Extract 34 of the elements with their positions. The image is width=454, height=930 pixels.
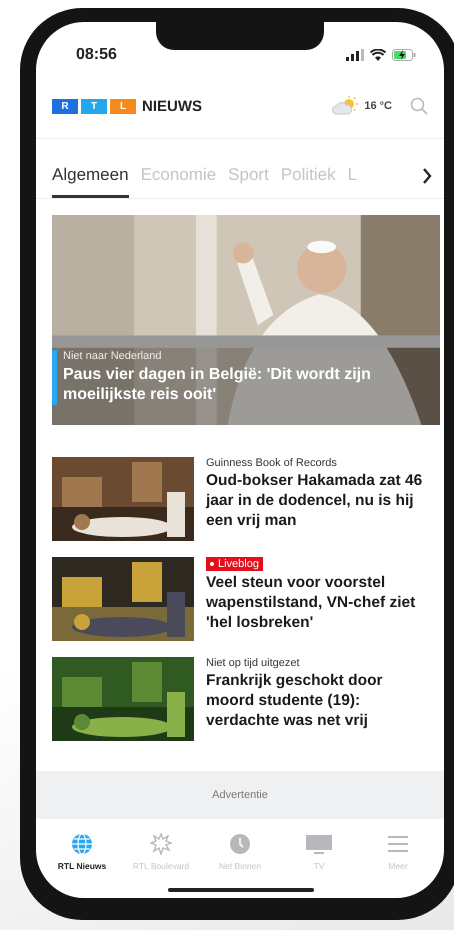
nav-tab[interactable]: RTL Boulevard <box>125 833 197 871</box>
clock-icon <box>229 833 251 855</box>
brand-name: NIEUWS <box>142 98 202 114</box>
signal-icon <box>346 49 364 61</box>
burst-icon <box>150 833 172 855</box>
weather-icon <box>332 96 358 116</box>
nav-tab[interactable]: TV <box>283 833 355 871</box>
category-tab[interactable]: Algemeen <box>52 159 129 198</box>
category-tab[interactable]: Sport <box>228 159 269 198</box>
article-kicker: Niet op tijd uitgezet <box>206 657 300 669</box>
wifi-icon <box>370 49 386 61</box>
ad-label: Advertentie <box>212 789 268 801</box>
headline[interactable]: Paus vier dagen in België: 'Dit wordt zijn moeilijkste reis ooit' <box>63 365 410 405</box>
article-kicker: Guinness Book of Records <box>206 457 337 469</box>
category-tab[interactable]: Economie <box>140 159 216 198</box>
battery-icon <box>392 49 416 61</box>
temperature: 16 °C <box>364 100 392 112</box>
category-tab[interactable]: Politiek <box>280 159 336 198</box>
logo-letter: R <box>52 98 78 114</box>
headline[interactable]: Veel steun voor voorstel wapenstilstand, VN-chef ziet 'hel losbreken' <box>206 573 434 633</box>
category-tab[interactable]: L <box>348 159 358 198</box>
headline[interactable]: Oud-bokser Hakamada zat 46 jaar in de dodencel, nu is hij een vrij man <box>206 471 434 531</box>
tv-icon <box>306 833 332 855</box>
menu-icon <box>387 833 409 855</box>
status-time: 08:56 <box>76 46 117 64</box>
article-kicker: Niet naar Nederland <box>63 350 162 362</box>
liveblog-badge: Liveblog <box>206 557 263 571</box>
logo-letter: T <box>81 98 107 114</box>
globe-icon <box>71 833 93 855</box>
nav-tab[interactable]: Meer <box>362 833 434 871</box>
logo-letter: L <box>110 98 136 114</box>
nav-tab[interactable]: RTL Nieuws <box>46 833 118 871</box>
headline[interactable]: Frankrijk geschokt door moord studente (19): verdachte was net vrij <box>206 671 434 731</box>
nav-tab[interactable]: Net Binnen <box>204 833 276 871</box>
